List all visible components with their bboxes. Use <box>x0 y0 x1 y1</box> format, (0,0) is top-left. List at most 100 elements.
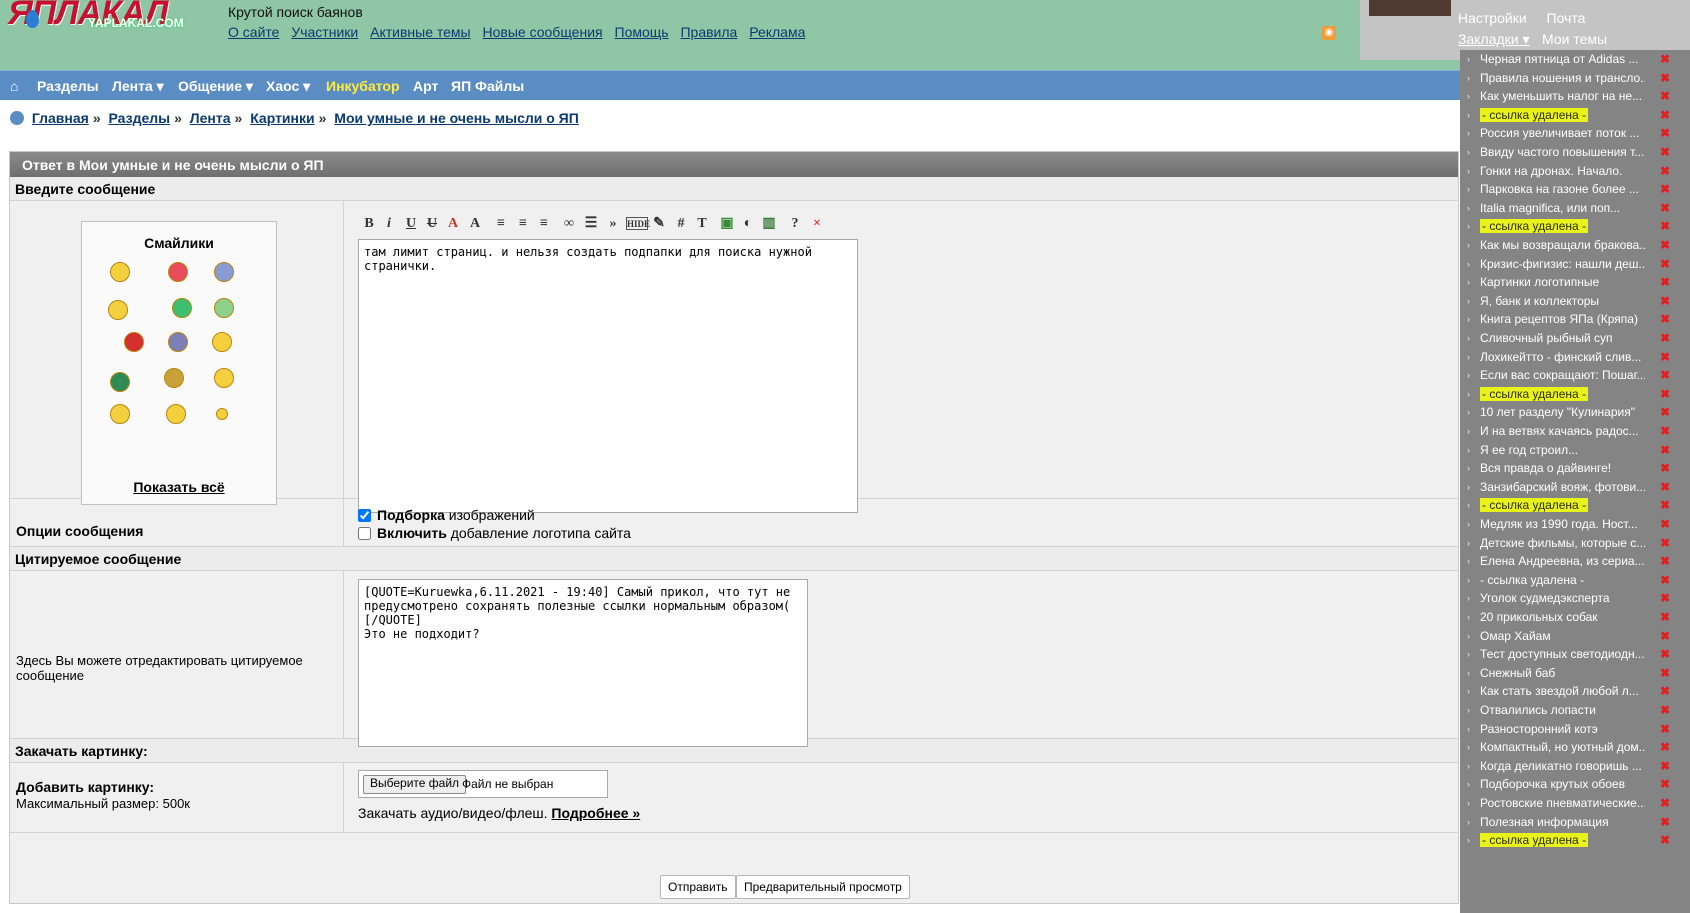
bookmark-item[interactable]: › Полезная информация ✖ <box>1460 813 1680 832</box>
smiley-cry-icon[interactable] <box>214 262 234 282</box>
top-link-about[interactable]: О сайте <box>228 24 279 40</box>
nav-incubator[interactable]: Инкубатор <box>326 78 400 94</box>
bookmark-item[interactable]: › Как уменьшить налог на не... ✖ <box>1460 87 1680 106</box>
top-link-active-topics[interactable]: Активные темы <box>370 24 471 40</box>
media-more-link[interactable]: Подробнее » <box>551 805 640 821</box>
remove-bookmark-icon[interactable]: ✖ <box>1660 591 1670 605</box>
remove-bookmark-icon[interactable]: ✖ <box>1660 480 1670 494</box>
remove-bookmark-icon[interactable]: ✖ <box>1660 71 1670 85</box>
remove-bookmark-icon[interactable]: ✖ <box>1660 405 1670 419</box>
smiley-clap-icon[interactable] <box>164 368 184 388</box>
nav-sections[interactable]: Разделы <box>37 78 99 94</box>
bookmark-item[interactable]: › Снежный баб ✖ <box>1460 664 1680 683</box>
bookmark-item[interactable]: › Как стать звездой любой л... ✖ <box>1460 682 1680 701</box>
mail-link[interactable]: Почта <box>1547 10 1586 26</box>
flash-icon[interactable]: ◐ <box>739 215 757 233</box>
remove-bookmark-icon[interactable]: ✖ <box>1660 424 1670 438</box>
message-textarea[interactable] <box>358 239 858 513</box>
remove-bookmark-icon[interactable]: ✖ <box>1660 759 1670 773</box>
remove-bookmark-icon[interactable]: ✖ <box>1660 331 1670 345</box>
remove-bookmark-icon[interactable]: ✖ <box>1660 777 1670 791</box>
smiley-dance-icon[interactable] <box>214 368 234 388</box>
bookmark-item[interactable]: › - ссылка удалена - ✖ <box>1460 571 1680 590</box>
bookmark-item[interactable]: › - ссылка удалена - ✖ <box>1460 217 1680 236</box>
list-icon[interactable]: ☰ <box>582 215 600 233</box>
bookmark-item[interactable]: › Ввиду частого повышения т... ✖ <box>1460 143 1680 162</box>
bookmark-item[interactable]: › Лохикейтто - финский слив... ✖ <box>1460 348 1680 367</box>
bookmark-item[interactable]: › Отвалились лопасти ✖ <box>1460 701 1680 720</box>
remove-bookmark-icon[interactable]: ✖ <box>1660 554 1670 568</box>
remove-bookmark-icon[interactable]: ✖ <box>1660 796 1670 810</box>
remove-bookmark-icon[interactable]: ✖ <box>1660 833 1670 847</box>
remove-bookmark-icon[interactable]: ✖ <box>1660 610 1670 624</box>
remove-bookmark-icon[interactable]: ✖ <box>1660 294 1670 308</box>
underline-icon[interactable]: U <box>402 215 420 233</box>
edit-icon[interactable]: ✎ <box>650 215 668 233</box>
image-selection-checkbox[interactable] <box>358 509 371 522</box>
remove-bookmark-icon[interactable]: ✖ <box>1660 275 1670 289</box>
crumb-feed[interactable]: Лента <box>190 110 231 126</box>
remove-bookmark-icon[interactable]: ✖ <box>1660 126 1670 140</box>
align-left-icon[interactable]: ≡ <box>492 215 510 233</box>
crumb-sections[interactable]: Разделы <box>109 110 171 126</box>
image-icon[interactable]: ▣ <box>718 215 736 233</box>
choose-file-button[interactable]: Выберите файл <box>363 775 467 794</box>
bookmark-item[interactable]: › Парковка на газоне более ... ✖ <box>1460 180 1680 199</box>
smiley-dead-icon[interactable] <box>168 332 188 352</box>
bookmark-item[interactable]: › 10 лет разделу "Кулинария" ✖ <box>1460 403 1680 422</box>
nav-feed[interactable]: Лента ▾ <box>112 78 164 95</box>
remove-bookmark-icon[interactable]: ✖ <box>1660 201 1670 215</box>
bookmarks-dropdown[interactable]: Закладки ▾ <box>1458 31 1530 48</box>
bookmark-item[interactable]: › Омар Хайам ✖ <box>1460 627 1680 646</box>
text-icon[interactable]: T <box>693 215 711 233</box>
remove-bookmark-icon[interactable]: ✖ <box>1660 536 1670 550</box>
site-logo[interactable]: ЯПЛАКАЛ YAPLAKAL.COM <box>0 0 205 40</box>
remove-bookmark-icon[interactable]: ✖ <box>1660 312 1670 326</box>
quote-textarea[interactable] <box>358 579 808 747</box>
crumb-home[interactable]: Главная <box>32 110 89 126</box>
top-link-members[interactable]: Участники <box>291 24 358 40</box>
bookmark-item[interactable]: › Подборочка крутых обоев ✖ <box>1460 775 1680 794</box>
avatar[interactable] <box>1369 0 1451 16</box>
bookmark-item[interactable]: › Медляк из 1990 года. Ност... ✖ <box>1460 515 1680 534</box>
top-link-new-messages[interactable]: Новые сообщения <box>483 24 603 40</box>
hash-icon[interactable]: # <box>672 215 690 233</box>
bookmark-item[interactable]: › Как мы возвращали бракова... ✖ <box>1460 236 1680 255</box>
bookmark-item[interactable]: › - ссылка удалена - ✖ <box>1460 831 1680 850</box>
remove-bookmark-icon[interactable]: ✖ <box>1660 629 1670 643</box>
top-link-ads[interactable]: Реклама <box>749 24 805 40</box>
my-topics-link[interactable]: Мои темы <box>1542 31 1607 47</box>
bookmark-item[interactable]: › - ссылка удалена - ✖ <box>1460 106 1680 125</box>
remove-bookmark-icon[interactable]: ✖ <box>1660 108 1670 122</box>
bookmark-item[interactable]: › Кризис-фигизис: нашли деш... ✖ <box>1460 255 1680 274</box>
bookmark-item[interactable]: › Разносторонний котэ ✖ <box>1460 720 1680 739</box>
bookmark-item[interactable]: › 20 прикольных собак ✖ <box>1460 608 1680 627</box>
remove-bookmark-icon[interactable]: ✖ <box>1660 257 1670 271</box>
top-link-rules[interactable]: Правила <box>680 24 737 40</box>
bookmark-item[interactable]: › Занзибарский вояж, фотови... ✖ <box>1460 478 1680 497</box>
remove-bookmark-icon[interactable]: ✖ <box>1660 498 1670 512</box>
remove-bookmark-icon[interactable]: ✖ <box>1660 666 1670 680</box>
remove-bookmark-icon[interactable]: ✖ <box>1660 443 1670 457</box>
quote-icon[interactable]: » <box>604 215 622 233</box>
link-icon[interactable]: ∞ <box>560 215 578 233</box>
bookmark-item[interactable]: › Если вас сокращают: Пошаг... ✖ <box>1460 366 1680 385</box>
bookmark-item[interactable]: › Italia magnifica, или поп... ✖ <box>1460 199 1680 218</box>
smiley-party-icon[interactable] <box>110 404 130 424</box>
bookmark-item[interactable]: › Вся правда о дайвинге! ✖ <box>1460 459 1680 478</box>
remove-bookmark-icon[interactable]: ✖ <box>1660 573 1670 587</box>
remove-bookmark-icon[interactable]: ✖ <box>1660 703 1670 717</box>
remove-bookmark-icon[interactable]: ✖ <box>1660 219 1670 233</box>
align-right-icon[interactable]: ≡ <box>535 215 553 233</box>
remove-bookmark-icon[interactable]: ✖ <box>1660 684 1670 698</box>
rss-icon[interactable]: ◉ <box>1322 26 1336 40</box>
top-link-help[interactable]: Помощь <box>615 24 669 40</box>
bookmark-item[interactable]: › Когда деликатно говоришь ... ✖ <box>1460 757 1680 776</box>
clear-icon[interactable]: × <box>808 215 826 233</box>
bookmark-item[interactable]: › Я ее год строил... ✖ <box>1460 441 1680 460</box>
remove-bookmark-icon[interactable]: ✖ <box>1660 722 1670 736</box>
bookmark-item[interactable]: › Правила ношения и трансло... ✖ <box>1460 69 1680 88</box>
smiley-smoke-icon[interactable] <box>214 298 234 318</box>
remove-bookmark-icon[interactable]: ✖ <box>1660 387 1670 401</box>
settings-link[interactable]: Настройки <box>1458 10 1527 26</box>
